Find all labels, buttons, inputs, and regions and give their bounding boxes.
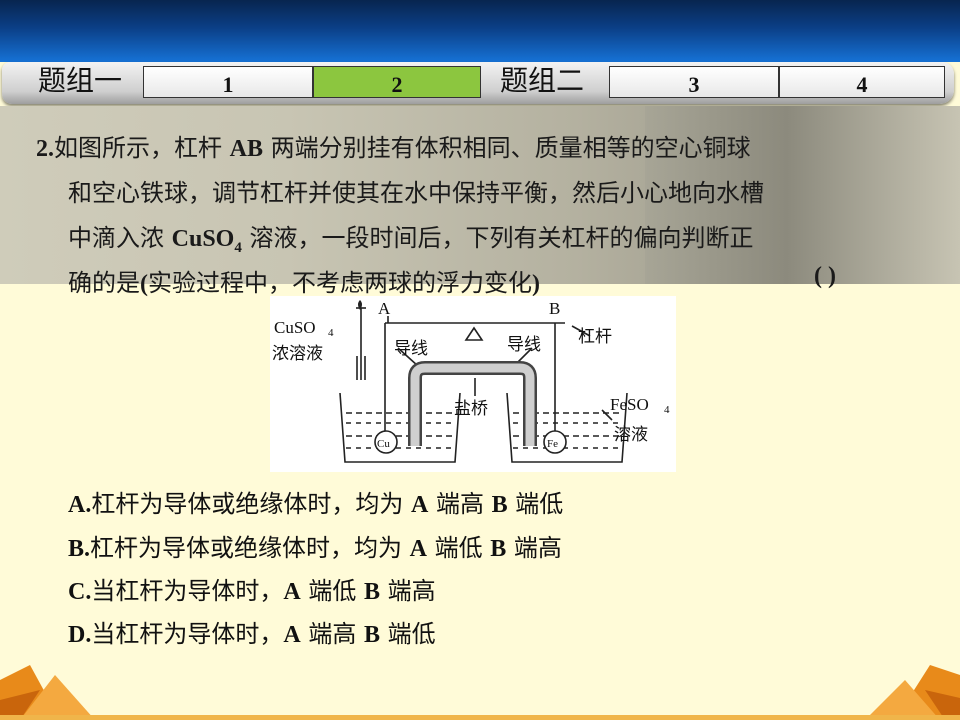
ball-label-cu: Cu: [377, 438, 390, 450]
tab-1[interactable]: 1: [143, 66, 313, 98]
option-text: A: [283, 579, 301, 605]
label-feso4: FeSO: [610, 395, 649, 414]
label-solution: 溶液: [614, 425, 648, 445]
option-text: 端低: [507, 490, 564, 518]
apparatus-svg: A B CuSO 4 浓溶液 导线 导线 杠杆 盐桥 FeSO 4 溶液 Cu …: [272, 299, 670, 463]
question-number: 2.: [36, 136, 54, 162]
option-text: 杠杆为导体或绝缘体时，均为: [90, 534, 410, 562]
ball-label-fe: Fe: [547, 438, 558, 450]
option-text: 当杠杆为导体时，: [91, 577, 284, 605]
question-line-4: 确的是(实验过程中，不考虑两球的浮力变化): [68, 263, 540, 298]
question-text: CuSO: [171, 226, 235, 252]
label-salt-bridge: 盐桥: [454, 399, 488, 419]
option-text: 端高: [379, 577, 436, 605]
question-line-1: 2.如图所示，杠杆 AB 两端分别挂有体积相同、质量相等的空心铜球: [36, 128, 751, 163]
subscript: 4: [234, 239, 242, 256]
option-key: D.: [68, 622, 92, 648]
option-text: 当杠杆为导体时，: [91, 620, 284, 648]
question-line-3: 中滴入浓 CuSO4 溶液，一段时间后，下列有关杠杆的偏向判断正: [68, 218, 753, 257]
question-text: 确的是: [68, 269, 140, 297]
question-text: 溶液，一段时间后，下列有关杠杆的偏向判断正: [241, 224, 754, 252]
question-text: ): [532, 271, 540, 297]
group1-label: 题组一: [38, 64, 123, 97]
option-text: A: [410, 492, 429, 518]
option-text: B: [490, 536, 507, 562]
option-key: C.: [68, 579, 92, 605]
fulcrum: [464, 326, 484, 341]
tab-3[interactable]: 3: [609, 66, 779, 98]
question-text: 实验过程中，不考虑两球的浮力变化: [148, 269, 532, 297]
option-text: B: [363, 622, 380, 648]
question-text: (: [140, 271, 148, 297]
option-text: 端高: [428, 490, 492, 518]
question-text: 如图所示，杠杆: [54, 134, 230, 162]
question-text: 两端分别挂有体积相同、质量相等的空心铜球: [262, 134, 751, 162]
label-wire-right: 导线: [507, 335, 541, 355]
label-concentrated-solution: 浓溶液: [272, 344, 323, 364]
option-key: A.: [68, 492, 92, 518]
option-text: 端高: [300, 620, 364, 648]
label-feso4-sub: 4: [664, 404, 670, 416]
option-c[interactable]: C.当杠杆为导体时，A 端低 B 端高: [68, 571, 436, 606]
label-a: A: [378, 299, 391, 318]
option-text: A: [283, 622, 301, 648]
label-cuso4-sub: 4: [328, 327, 334, 339]
option-b[interactable]: B.杠杆为导体或绝缘体时，均为 A 端低 B 端高: [68, 528, 562, 563]
tab-4[interactable]: 4: [779, 66, 945, 98]
label-lever: 杠杆: [578, 327, 612, 347]
question-text: AB: [229, 136, 263, 162]
question-text: 中滴入浓: [68, 224, 172, 252]
top-banner: [0, 0, 960, 62]
option-text: 端低: [427, 534, 491, 562]
apparatus-diagram: A B CuSO 4 浓溶液 导线 导线 杠杆 盐桥 FeSO 4 溶液 Cu …: [270, 296, 676, 472]
answer-blank: ( ): [814, 263, 836, 289]
label-cuso4: CuSO: [274, 318, 316, 337]
beaker-left: [339, 392, 461, 463]
bottom-decoration: [0, 665, 960, 720]
question-line-2: 和空心铁球，调节杠杆并使其在水中保持平衡，然后小心地向水槽: [68, 179, 764, 207]
group2-label: 题组二: [500, 64, 585, 97]
option-text: 端低: [300, 577, 364, 605]
option-d[interactable]: D.当杠杆为导体时，A 端高 B 端低: [68, 614, 436, 649]
option-text: 杠杆为导体或绝缘体时，均为: [91, 490, 411, 518]
label-b: B: [549, 299, 560, 318]
label-wire-left: 导线: [394, 339, 428, 359]
option-text: 端高: [506, 534, 562, 562]
option-text: B: [491, 492, 508, 518]
option-key: B.: [68, 536, 91, 562]
option-text: A: [409, 536, 427, 562]
tab-2[interactable]: 2: [313, 66, 481, 98]
option-text: 端低: [379, 620, 436, 648]
option-a[interactable]: A.杠杆为导体或绝缘体时，均为 A 端高 B 端低: [68, 484, 563, 519]
option-text: B: [363, 579, 380, 605]
